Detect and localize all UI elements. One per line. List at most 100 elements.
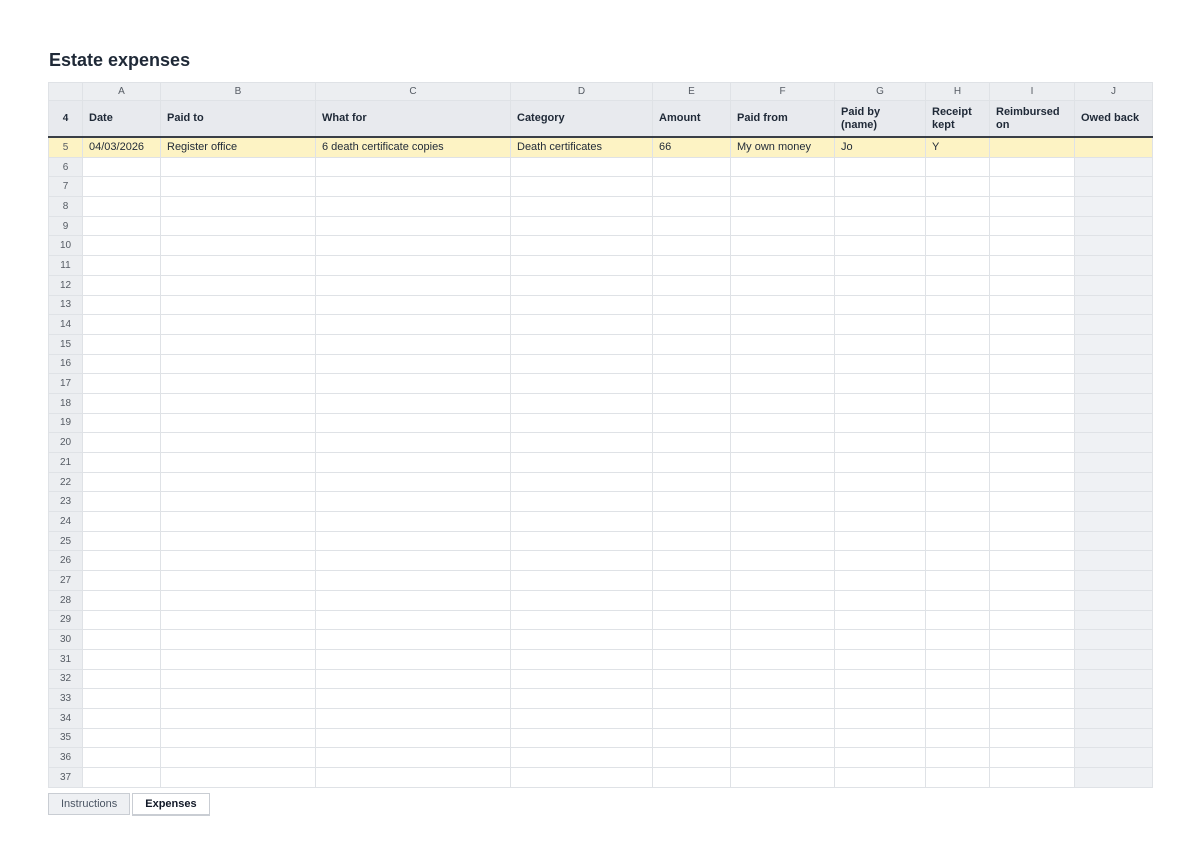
cell[interactable] xyxy=(925,530,990,552)
cell[interactable] xyxy=(730,156,835,178)
cell[interactable] xyxy=(989,255,1075,276)
row-number[interactable]: 14 xyxy=(48,314,83,335)
column-letter-i[interactable]: I xyxy=(989,82,1075,101)
cell[interactable] xyxy=(730,373,835,394)
cell[interactable] xyxy=(315,452,511,473)
cell[interactable] xyxy=(989,353,1075,375)
column-letter-e[interactable]: E xyxy=(652,82,731,101)
column-header[interactable]: Receipt kept xyxy=(925,100,990,138)
cell[interactable] xyxy=(989,156,1075,178)
cell[interactable] xyxy=(160,550,316,572)
cell[interactable] xyxy=(989,471,1075,493)
cell[interactable] xyxy=(925,629,990,650)
cell[interactable] xyxy=(834,412,926,434)
cell[interactable] xyxy=(989,196,1075,217)
cell[interactable] xyxy=(1074,471,1153,493)
cell[interactable] xyxy=(925,609,990,631)
row-number[interactable]: 6 xyxy=(48,156,83,178)
row-number[interactable]: 25 xyxy=(48,530,83,552)
cell[interactable] xyxy=(834,333,926,355)
cell[interactable] xyxy=(925,156,990,178)
cell[interactable] xyxy=(652,412,731,434)
cell[interactable] xyxy=(834,589,926,611)
cell[interactable] xyxy=(652,707,731,729)
cell[interactable] xyxy=(989,570,1075,591)
cell[interactable] xyxy=(834,609,926,631)
cell[interactable] xyxy=(925,550,990,572)
cell[interactable] xyxy=(510,432,653,453)
cell[interactable] xyxy=(730,215,835,237)
cell[interactable] xyxy=(82,609,161,631)
cell[interactable] xyxy=(82,156,161,178)
cell[interactable] xyxy=(652,333,731,355)
cell[interactable] xyxy=(989,491,1075,513)
cell[interactable] xyxy=(315,215,511,237)
cell[interactable] xyxy=(315,255,511,276)
cell[interactable] xyxy=(1074,707,1153,729)
cell[interactable] xyxy=(510,294,653,316)
cell[interactable] xyxy=(160,196,316,217)
cell[interactable] xyxy=(1074,215,1153,237)
cell[interactable] xyxy=(652,570,731,591)
cell[interactable] xyxy=(925,255,990,276)
row-number[interactable]: 29 xyxy=(48,609,83,631)
cell[interactable] xyxy=(834,255,926,276)
cell[interactable] xyxy=(82,767,161,788)
cell[interactable] xyxy=(160,255,316,276)
cell[interactable] xyxy=(989,432,1075,453)
cell[interactable] xyxy=(510,255,653,276)
cell[interactable] xyxy=(315,353,511,375)
cell[interactable] xyxy=(925,452,990,473)
cell[interactable] xyxy=(652,648,731,670)
cell[interactable] xyxy=(82,668,161,690)
cell[interactable] xyxy=(989,176,1075,198)
cell[interactable] xyxy=(989,294,1075,316)
cell[interactable] xyxy=(834,156,926,178)
cell[interactable] xyxy=(925,570,990,591)
row-number[interactable]: 19 xyxy=(48,412,83,434)
cell[interactable] xyxy=(510,570,653,591)
cell[interactable] xyxy=(925,373,990,394)
cell[interactable] xyxy=(925,648,990,670)
cell[interactable] xyxy=(510,215,653,237)
row-number[interactable]: 20 xyxy=(48,432,83,453)
cell[interactable] xyxy=(82,373,161,394)
cell[interactable] xyxy=(834,373,926,394)
cell[interactable] xyxy=(315,412,511,434)
cell[interactable] xyxy=(925,294,990,316)
cell[interactable] xyxy=(315,432,511,453)
cell[interactable] xyxy=(510,589,653,611)
cell[interactable] xyxy=(1074,294,1153,316)
cell[interactable] xyxy=(652,452,731,473)
cell[interactable] xyxy=(730,471,835,493)
cell[interactable] xyxy=(82,314,161,335)
row-number[interactable]: 37 xyxy=(48,767,83,788)
cell[interactable] xyxy=(510,648,653,670)
cell[interactable] xyxy=(160,294,316,316)
cell[interactable]: Y xyxy=(925,136,990,158)
cell[interactable] xyxy=(834,235,926,257)
row-number[interactable]: 30 xyxy=(48,629,83,650)
cell[interactable] xyxy=(160,432,316,453)
column-letter-d[interactable]: D xyxy=(510,82,653,101)
cell[interactable] xyxy=(315,629,511,650)
cell[interactable] xyxy=(652,314,731,335)
cell[interactable] xyxy=(834,629,926,650)
cell[interactable]: My own money xyxy=(730,136,835,158)
cell[interactable] xyxy=(315,530,511,552)
cell[interactable] xyxy=(1074,432,1153,453)
cell[interactable] xyxy=(1074,235,1153,257)
cell[interactable] xyxy=(925,747,990,768)
cell[interactable] xyxy=(652,373,731,394)
row-number[interactable]: 16 xyxy=(48,353,83,375)
cell[interactable] xyxy=(510,412,653,434)
row-number[interactable]: 8 xyxy=(48,196,83,217)
cell[interactable] xyxy=(160,373,316,394)
cell[interactable] xyxy=(160,471,316,493)
row-number[interactable]: 26 xyxy=(48,550,83,572)
cell[interactable] xyxy=(510,629,653,650)
cell[interactable] xyxy=(652,609,731,631)
cell[interactable] xyxy=(1074,491,1153,513)
cell[interactable] xyxy=(510,235,653,257)
cell[interactable] xyxy=(652,491,731,513)
